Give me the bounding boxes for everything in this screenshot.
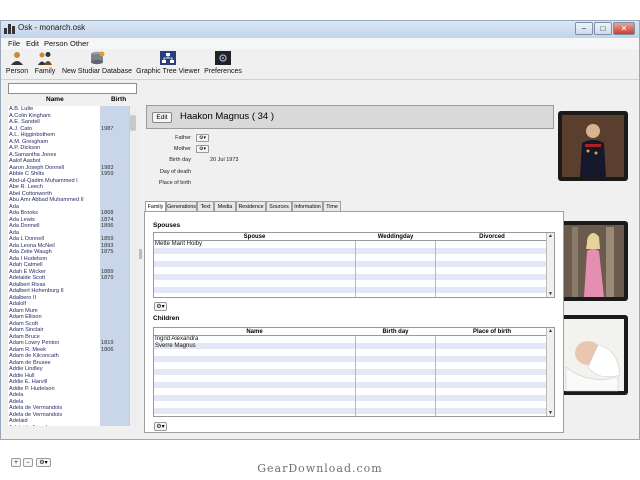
father-label: Father [175,135,191,141]
children-scrollbar[interactable]: ▲ ▼ [546,328,554,416]
person-age: ( 34 ) [251,111,275,122]
family-button[interactable]: Family [32,49,58,79]
children-cell-name[interactable]: Sverre Magnus [155,343,196,350]
spouses-scrollbar[interactable]: ▲ ▼ [546,233,554,297]
menu-bar: File Edit Person Other [1,38,639,49]
column-header-divorced[interactable]: Divorced [436,233,548,241]
maximize-button[interactable]: □ [594,22,612,35]
children-title: Children [153,315,180,322]
preferences-icon [215,51,231,65]
scroll-up-icon[interactable]: ▲ [548,328,553,334]
toolbar: Person Family New Studiar Database Graph… [1,49,639,80]
menu-other[interactable]: Other [70,39,89,48]
column-header-spouse[interactable]: Spouse [154,233,355,241]
tab-time[interactable]: Time [323,201,341,211]
new-database-button[interactable]: New Studiar Database [61,49,133,79]
person-list-header: Name Birth [8,96,137,105]
portrait-image-icon [562,115,624,177]
person-list-item-birth [100,424,129,426]
place-of-birth-label: Place of birth [158,180,191,186]
father-select-button[interactable]: ⚙▾ [196,134,209,142]
edit-person-button[interactable]: Edit [152,112,172,123]
menu-file[interactable]: File [8,39,20,48]
close-button[interactable]: ✕ [613,22,635,35]
tab-sources[interactable]: Sources [266,201,292,211]
person-photo[interactable] [558,111,628,181]
database-icon [89,51,105,65]
app-icon [4,24,15,34]
tab-residence[interactable]: Residence [236,201,266,211]
person-name-heading: Haakon Magnus ( 34 ) [180,111,274,122]
birthday-value: 20 Jul 1973 [210,157,239,163]
column-header-child-name[interactable]: Name [154,328,355,336]
tab-media[interactable]: Media [214,201,236,211]
child-image-icon [562,319,624,392]
person-header: Edit Haakon Magnus ( 34 ) [146,105,554,129]
window-title: Osk - monarch.osk [18,23,86,32]
menu-edit[interactable]: Edit [26,39,39,48]
child-photo[interactable] [558,315,628,395]
person-list-item-name: Adelaide Arpad [9,425,47,427]
column-header-place-of-birth[interactable]: Place of birth [436,328,548,336]
column-header-birth[interactable]: Birth [111,96,126,103]
minimize-icon: – [581,24,587,33]
spouses-cell-spouse[interactable]: Mette Marit Hoiby [155,241,202,248]
child-options-button[interactable]: ⚙▾ [154,422,167,431]
tab-information[interactable]: Information [292,201,323,211]
person-list-item[interactable]: Adelaide Arpad [8,424,129,427]
person-icon [9,51,25,65]
person-name: Haakon Magnus [180,111,250,122]
children-table-header: Name Birth day Place of birth [154,328,548,336]
preferences-button[interactable]: Preferences [203,49,243,79]
spouse-options-button[interactable]: ⚙▾ [154,302,167,311]
minimize-button[interactable]: – [575,22,593,35]
person-list-scroll-thumb[interactable] [130,115,136,131]
tab-text[interactable]: Text [197,201,214,211]
spouses-table-header: Spouse Weddingday Divorced [154,233,548,241]
children-table: Name Birth day Place of birth Ingrid Ale… [153,327,555,417]
maximize-icon: □ [600,24,606,33]
close-icon: ✕ [620,24,628,33]
spouse-photo[interactable] [558,221,628,301]
title-bar: Osk - monarch.osk – □ ✕ [1,21,639,38]
day-of-death-label: Day of death [159,169,191,175]
tab-generations[interactable]: Generations [166,201,197,211]
menu-person[interactable]: Person [44,39,68,48]
mother-select-button[interactable]: ⚙▾ [196,145,209,153]
mother-label: Mother [173,146,191,152]
column-header-weddingday[interactable]: Weddingday [356,233,435,241]
panel-splitter[interactable] [139,83,142,435]
person-list-panel: Name Birth A.B. Lutle A.Colin Kingham A.E.… [6,83,139,467]
spouses-title: Spouses [153,222,181,229]
watermark: GearDownload.com [257,462,383,475]
scroll-up-icon[interactable]: ▲ [548,233,553,239]
scroll-down-icon[interactable]: ▼ [548,291,553,297]
detail-tabs: Family Generations Text Media Residence … [144,201,564,212]
scroll-down-icon[interactable]: ▼ [548,410,553,416]
person-list: A.B. Lutle A.Colin Kingham A.E. Sandell A.J… [8,106,129,426]
person-button[interactable]: Person [4,49,30,79]
spouses-table: Spouse Weddingday Divorced Mette Marit H… [153,232,555,298]
person-search-input[interactable] [8,83,137,94]
spouse-image-icon [562,225,624,297]
column-header-name[interactable]: Name [46,96,64,103]
graphic-tree-viewer-button[interactable]: Graphic Tree Viewer [136,49,200,79]
person-details-panel: Edit Haakon Magnus ( 34 ) Father ⚙▾ Moth… [144,83,636,435]
birthday-label: Birth day [169,157,191,163]
family-icon [37,51,53,65]
app-window: Osk - monarch.osk – □ ✕ File Edit Person… [0,20,640,467]
tree-chart-icon [160,51,176,65]
person-list-scrollbar[interactable] [129,106,138,426]
family-tab-content: Spouses Spouse Weddingday Divorced Mette… [144,211,564,433]
column-header-birth-day[interactable]: Birth day [356,328,435,336]
